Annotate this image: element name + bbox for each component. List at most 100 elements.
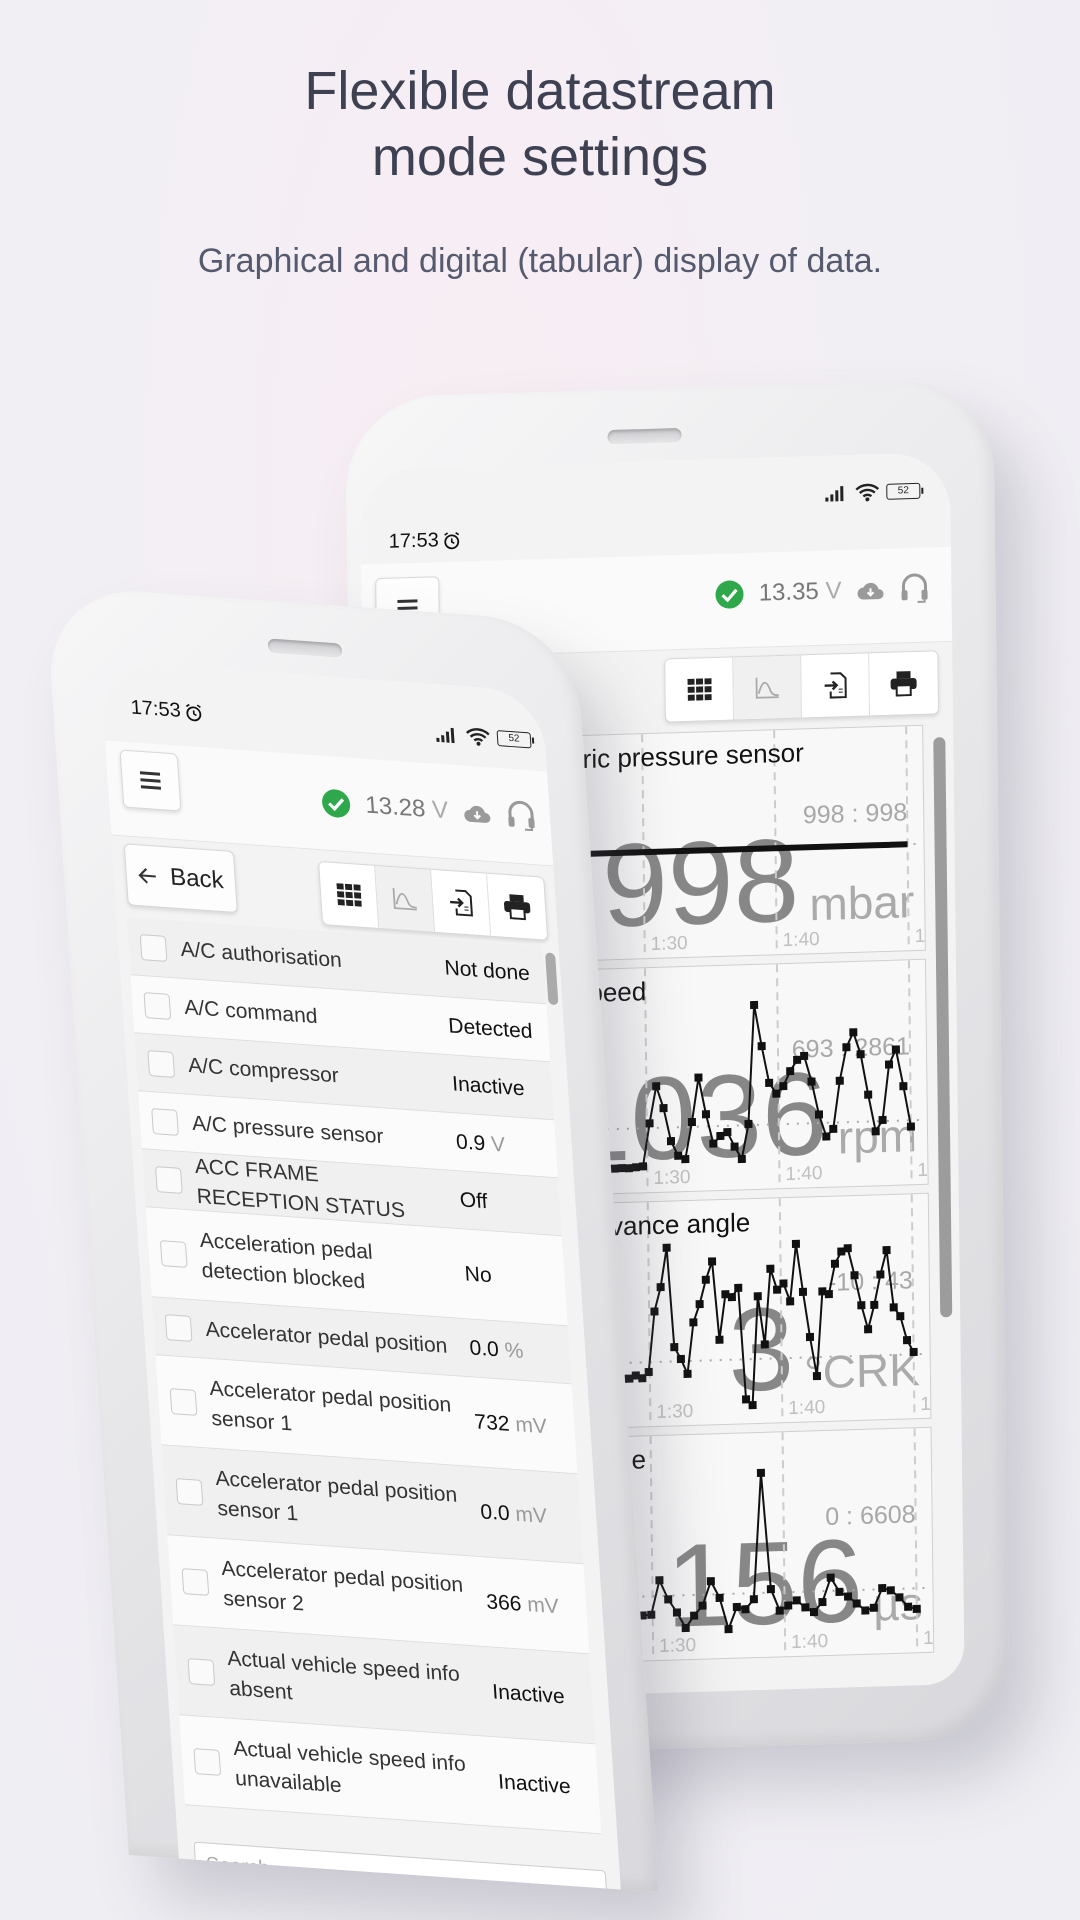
headset-icon[interactable] [505,798,537,834]
headset-icon[interactable] [899,572,929,607]
row-checkbox[interactable] [143,991,172,1020]
chart-point [878,1115,887,1125]
row-value: Off [459,1187,489,1213]
chart-point [681,1623,690,1633]
scrollbar[interactable] [545,952,559,1006]
front-phone: 17:53 52 13.28 V Back A/C authorisation … [45,585,659,1893]
chart-point [656,1283,665,1292]
chart-point [723,1127,732,1137]
chart-point [878,1584,887,1593]
row-checkbox[interactable] [164,1313,193,1342]
chart-point [882,1246,891,1255]
chart-point [824,1290,833,1299]
chart-point [909,1347,918,1357]
chart-point [709,1139,718,1148]
chart-point [786,1297,795,1306]
chart-point [689,1318,698,1327]
chart-point [701,1110,711,1119]
row-label: Accelerator pedal position sensor 1 [214,1466,458,1525]
speaker-grille [607,427,682,445]
chart-point [715,1593,724,1602]
grid-icon [686,678,712,701]
row-checkbox[interactable] [181,1567,210,1596]
scrollbar[interactable] [933,737,953,1318]
chart-point [814,1110,824,1119]
chart-point [664,1595,673,1604]
table-view-button[interactable] [665,657,734,722]
export-button[interactable] [431,869,492,936]
chart-curve-icon [391,886,419,912]
row-value: Not done [443,955,531,985]
chart-point [650,1307,659,1316]
chart-point [864,1325,873,1334]
status-bar: 17:53 52 [360,452,951,553]
graph-view-button[interactable] [733,655,802,720]
chart-point [716,1131,725,1141]
row-checkbox[interactable] [175,1477,204,1506]
printer-icon [889,670,917,697]
row-checkbox[interactable] [151,1107,179,1136]
chart-point [655,1576,664,1585]
chart-point [779,1279,788,1288]
chart-point [904,1602,913,1611]
chart-point [744,1119,753,1129]
chart-point [737,1154,746,1164]
chart-point [809,1607,819,1617]
row-label: A/C compressor [187,1053,340,1087]
chart-series-line [607,1004,912,1170]
chart-point [741,1605,750,1614]
chart-point [850,1271,859,1280]
menu-button[interactable] [119,749,182,812]
chart-point [690,1611,699,1620]
chart-point [856,1050,865,1059]
check-circle-icon [320,787,352,819]
chart-point [749,1595,758,1604]
view-toolbar [664,650,940,723]
chart-gridline [910,1194,916,1421]
chart-point [775,1606,784,1615]
chart-point [645,1119,654,1128]
cloud-download-icon[interactable] [855,579,885,602]
back-button[interactable]: Back [123,843,238,914]
chart-point [792,1596,801,1605]
row-checkbox[interactable] [147,1049,176,1078]
status-time: 17:53 [129,696,182,722]
view-toolbar [318,860,549,941]
chart-point [760,1340,769,1349]
signal-bars-icon [434,725,459,745]
row-checkbox[interactable] [154,1165,183,1194]
arrow-left-icon [138,866,159,885]
cloud-download-icon[interactable] [461,801,492,825]
graph-view-button[interactable] [375,865,436,932]
chart-point [886,1586,895,1595]
chart-point [889,1303,898,1312]
row-value: Inactive [497,1769,572,1798]
row-checkbox[interactable] [169,1387,198,1416]
row-checkbox[interactable] [193,1747,222,1776]
chart-point [701,1275,710,1284]
chart-gridline [907,960,913,1187]
row-checkbox[interactable] [139,933,168,962]
battery-voltage: 13.28 V [364,791,449,825]
chart-point [912,1604,921,1614]
chart-point [861,1606,870,1615]
print-button[interactable] [487,873,548,940]
chart-point [676,1354,685,1364]
check-circle-icon [715,579,745,610]
row-checkbox[interactable] [159,1239,188,1268]
row-checkbox[interactable] [187,1657,216,1686]
chart-point [899,1082,908,1091]
chart-point [694,1073,703,1082]
export-button[interactable] [801,653,870,718]
print-button[interactable] [869,651,938,716]
chart-point [864,1090,873,1099]
alarm-clock-icon [183,702,204,723]
search-input[interactable]: Search... [193,1841,609,1890]
chart-point [706,1577,715,1586]
chart-point [765,1078,774,1087]
row-value: Detected [447,1013,534,1043]
chart-point [724,1624,733,1634]
table-view-button[interactable] [319,861,380,928]
chart-gridline [781,1432,787,1659]
chart-point [647,1610,656,1619]
